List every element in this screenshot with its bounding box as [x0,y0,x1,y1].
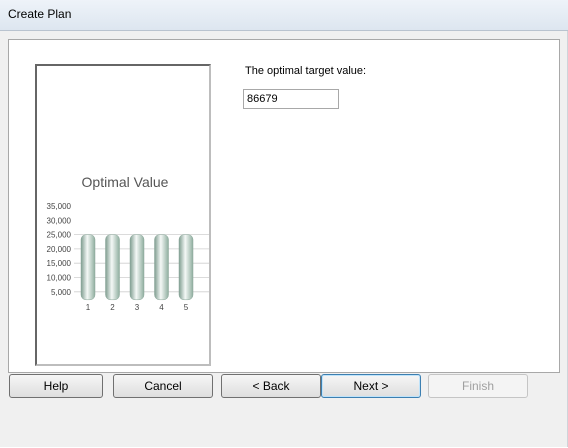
dialog-body: Optimal Value 35,000 30,000 25,000 20,000 15… [0,31,568,447]
next-button[interactable]: Next > [321,374,421,398]
y-tick-label: 15,000 [47,259,72,268]
x-tick-label: 1 [86,303,91,312]
y-tick-label: 35,000 [47,202,72,211]
cancel-button[interactable]: Cancel [113,374,213,398]
bar [129,234,145,301]
back-button[interactable]: < Back [221,374,321,398]
y-tick-label: 5,000 [51,288,72,297]
x-tick-label: 5 [184,303,189,312]
y-tick-label: 30,000 [47,216,72,225]
target-value-label: The optimal target value: [245,65,367,77]
optimal-value-illustration: Optimal Value 35,000 30,000 25,000 20,000 15… [35,64,211,366]
bar [178,234,194,301]
finish-button[interactable]: Finish [428,374,528,398]
x-tick-label: 4 [159,303,164,312]
illustration-title: Optimal Value [82,174,169,190]
bar [105,234,120,301]
content-panel: Optimal Value 35,000 30,000 25,000 20,000 15… [8,39,560,373]
target-value-field[interactable]: 86679 [243,89,339,109]
illustration-chart: Optimal Value 35,00030,00025,00020,00015… [47,174,209,312]
bar [154,234,169,301]
y-tick-label: 10,000 [47,274,72,283]
window-title: Create Plan [8,7,72,21]
bar [80,234,96,301]
x-tick-label: 2 [110,303,115,312]
title-bar: Create Plan [0,0,568,31]
y-tick-label: 20,000 [47,245,72,254]
x-tick-label: 3 [135,303,140,312]
y-tick-label: 25,000 [47,231,72,240]
help-button[interactable]: Help [9,374,103,398]
